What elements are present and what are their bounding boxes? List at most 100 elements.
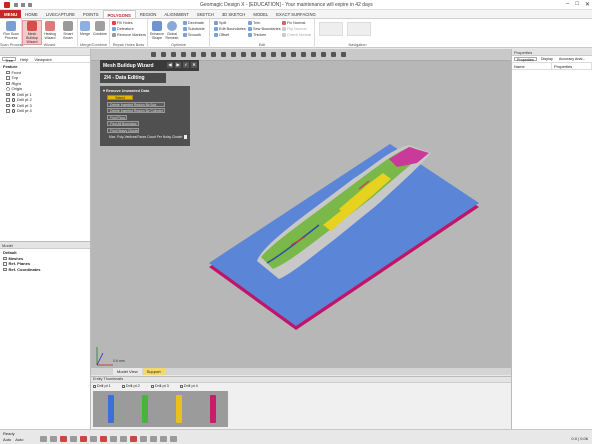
- ok-check-icon[interactable]: ✓: [183, 62, 189, 68]
- tab-points[interactable]: POINTS: [79, 10, 103, 18]
- fill-holes-button[interactable]: Fill Holes: [112, 21, 133, 25]
- status-icon-4[interactable]: [70, 436, 77, 442]
- status-icon-13[interactable]: [160, 436, 167, 442]
- tab-model-view[interactable]: Model View: [113, 368, 142, 375]
- select-button[interactable]: Select: [107, 95, 133, 100]
- find-floor-button[interactable]: Find Floor: [107, 114, 127, 120]
- status-icon-1[interactable]: [40, 436, 47, 442]
- status-icon-5[interactable]: [80, 436, 87, 442]
- max-cluster-input[interactable]: [184, 134, 187, 139]
- tree-item-drill-pt-4[interactable]: Drill pt 4: [3, 108, 87, 114]
- run-scan-process-button[interactable]: Run Scan Process: [2, 21, 20, 40]
- maximize-button[interactable]: □: [575, 1, 579, 8]
- tab-3d-sketch[interactable]: 3D SKETCH: [218, 10, 250, 18]
- cancel-x-icon[interactable]: ✕: [191, 62, 197, 68]
- find-heavy-cluster-button[interactable]: Find Heavy Cluster: [107, 127, 139, 133]
- healing-wizard-button[interactable]: Healing Wizard: [41, 21, 59, 40]
- expand-icon[interactable]: [3, 256, 7, 260]
- navigation-box-2[interactable]: [347, 22, 371, 36]
- redo-icon[interactable]: [28, 3, 32, 7]
- tab-support[interactable]: Support: [142, 368, 165, 375]
- offset-button[interactable]: Offset: [214, 33, 229, 37]
- checkbox[interactable]: [93, 384, 96, 388]
- save-icon[interactable]: [14, 3, 18, 7]
- subdivide-button[interactable]: Subdivide: [183, 27, 205, 31]
- smooth-button[interactable]: Smooth: [183, 33, 201, 37]
- status-icon-14[interactable]: [170, 436, 177, 442]
- thumb-label-drill-pt-1[interactable]: Drill pt 1: [93, 384, 119, 388]
- fix-normal-button[interactable]: Fix Normal: [282, 21, 305, 25]
- back-arrow-icon[interactable]: ◀: [167, 62, 173, 68]
- expand-icon[interactable]: [3, 262, 7, 266]
- minimize-button[interactable]: –: [566, 1, 569, 8]
- tab-help[interactable]: Help: [18, 57, 30, 62]
- visibility-checkbox[interactable]: [6, 76, 10, 80]
- mode-selector-1[interactable]: Auto: [3, 437, 11, 442]
- decimate-button[interactable]: Decimate: [183, 21, 204, 25]
- checkbox[interactable]: [180, 384, 183, 388]
- model-item-ref-coordinates[interactable]: Ref. Coordinates: [3, 267, 87, 273]
- undo-icon[interactable]: [21, 3, 25, 7]
- thumb-drill-pt-1[interactable]: [108, 395, 114, 423]
- status-icon-2[interactable]: [50, 436, 57, 442]
- checkbox[interactable]: [122, 384, 125, 388]
- status-icon-8[interactable]: [110, 436, 117, 442]
- thumb-label-drill-pt-3[interactable]: Drill pt 3: [151, 384, 177, 388]
- edit-boundaries-button[interactable]: Edit Boundaries: [214, 27, 246, 31]
- menu-button[interactable]: MENU: [0, 10, 22, 18]
- tab-alignment[interactable]: ALIGNMENT: [160, 10, 192, 18]
- flip-normal-button[interactable]: Flip Normal: [282, 27, 306, 31]
- checkbox[interactable]: [151, 384, 154, 388]
- tab-display[interactable]: Display: [539, 57, 555, 61]
- tab-home[interactable]: HOME: [21, 10, 42, 18]
- delete-region-cylinder-button[interactable]: Delete Inserted Region By Cylinder: [107, 108, 165, 114]
- sew-boundaries-button[interactable]: Sew Boundaries: [248, 27, 281, 31]
- tab-tree[interactable]: Tree: [2, 57, 17, 63]
- navigation-box-1[interactable]: [319, 22, 343, 36]
- mode-selector-2[interactable]: Auto: [15, 437, 23, 442]
- status-icon-7[interactable]: [100, 436, 107, 442]
- status-icon-9[interactable]: [120, 436, 127, 442]
- status-icon-10[interactable]: [130, 436, 137, 442]
- thumb-label-drill-pt-4[interactable]: Drill pt 4: [180, 384, 206, 388]
- delete-region-box-button[interactable]: Delete Inserted Region By Box: [107, 101, 165, 107]
- tab-polygons[interactable]: POLYGONS: [102, 10, 136, 18]
- thumb-drill-pt-4[interactable]: [210, 395, 216, 423]
- smart-brush-button[interactable]: Smart Brush: [59, 21, 77, 40]
- thumb-label-drill-pt-2[interactable]: Drill pt 2: [122, 384, 148, 388]
- remove-markers-button[interactable]: Remove Markers: [112, 33, 146, 37]
- visibility-checkbox[interactable]: [6, 98, 10, 102]
- defeature-button[interactable]: Defeature: [112, 27, 134, 31]
- global-remesh-button[interactable]: Global Remesh: [163, 21, 181, 40]
- expand-icon[interactable]: [3, 267, 7, 271]
- visibility-checkbox[interactable]: [6, 81, 10, 85]
- combine-button[interactable]: Combine: [91, 21, 109, 36]
- status-icon-3[interactable]: [60, 436, 67, 442]
- tab-exact-surfacing[interactable]: EXACT SURFACING: [272, 10, 319, 18]
- close-button[interactable]: ✕: [585, 1, 590, 8]
- tab-sketch[interactable]: SKETCH: [193, 10, 218, 18]
- section-remove-unwanted-data[interactable]: ▾ Remove Unwanted Data: [103, 88, 187, 93]
- split-button[interactable]: Split: [214, 21, 226, 25]
- visibility-checkbox[interactable]: [6, 70, 10, 74]
- status-icon-6[interactable]: [90, 436, 97, 442]
- mesh-buildup-wizard-button[interactable]: Mesh Buildup Wizard: [22, 20, 42, 45]
- visibility-checkbox[interactable]: [6, 103, 10, 107]
- status-icon-11[interactable]: [140, 436, 147, 442]
- find-all-boundary-button[interactable]: Find All Boundary: [107, 121, 139, 127]
- trim-button[interactable]: Trim: [248, 21, 260, 25]
- tab-livecapture[interactable]: LIVECAPTURE: [42, 10, 79, 18]
- tab-properties[interactable]: Properties: [514, 57, 537, 62]
- thumbnail-images[interactable]: [93, 391, 228, 427]
- tab-region[interactable]: REGION: [136, 10, 161, 18]
- tab-viewpoint[interactable]: Viewpoint: [32, 57, 53, 62]
- forward-arrow-icon[interactable]: ▶: [175, 62, 181, 68]
- check-normal-button[interactable]: Check Normal: [282, 33, 311, 37]
- visibility-checkbox[interactable]: [6, 92, 10, 96]
- status-icon-12[interactable]: [150, 436, 157, 442]
- visibility-checkbox[interactable]: [6, 109, 10, 113]
- tab-model[interactable]: MODEL: [249, 10, 272, 18]
- thumb-drill-pt-2[interactable]: [142, 395, 148, 423]
- thicken-button[interactable]: Thicken: [248, 33, 266, 37]
- tab-accuracy-analyzer[interactable]: Accuracy Anal...: [557, 57, 587, 61]
